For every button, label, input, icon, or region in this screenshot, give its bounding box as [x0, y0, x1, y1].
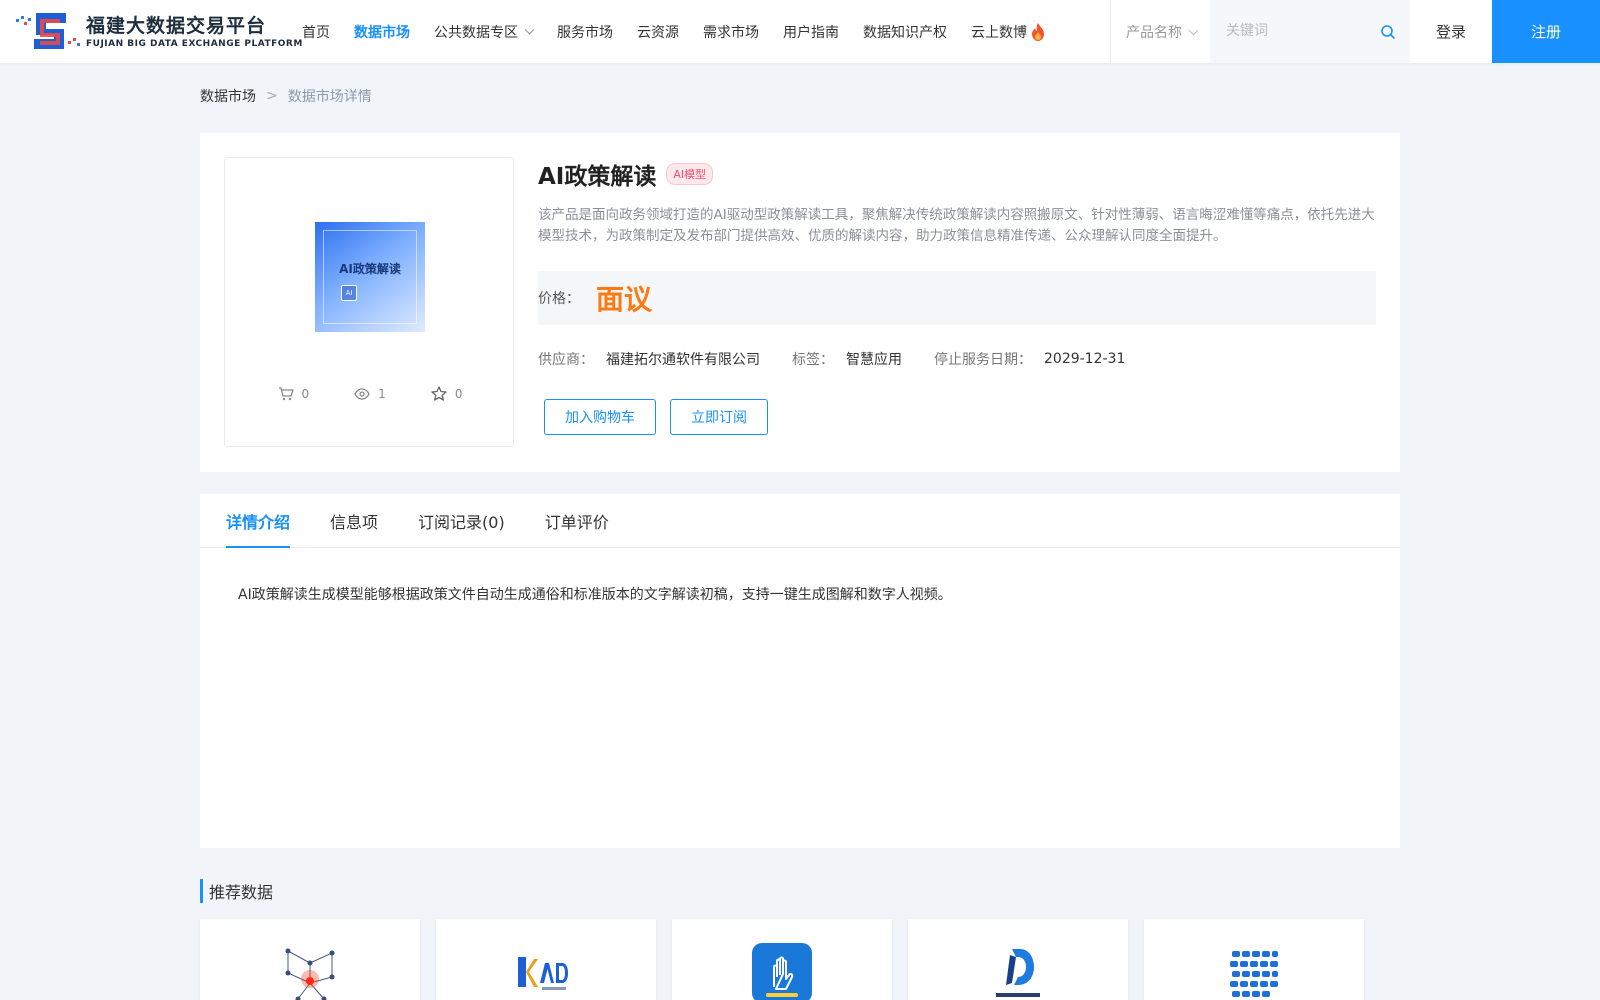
nav-label: 用户指南: [783, 24, 839, 41]
login-button[interactable]: 登录: [1410, 0, 1492, 63]
nav-service-market[interactable]: 服务市场: [557, 22, 613, 42]
data-d-logo-icon: [996, 949, 1040, 997]
star-icon: [431, 386, 447, 401]
favorite-count: 0: [454, 386, 463, 401]
tab-details[interactable]: 详情介绍: [226, 494, 291, 548]
chevron-down-icon: [524, 24, 535, 35]
nav-public-data[interactable]: 公共数据专区: [434, 22, 535, 42]
price-value: 面议: [596, 283, 653, 316]
eye-icon: [354, 387, 370, 400]
nav-demand-market[interactable]: 需求市场: [703, 22, 759, 42]
product-card: AI政策解读 AI 0 1 0 AI政策解读 AI模型 该产品是面向政务领域打造…: [200, 133, 1400, 472]
nav-data-ip[interactable]: 数据知识产权: [863, 22, 947, 42]
nav-label: 数据知识产权: [863, 24, 947, 41]
search-input[interactable]: [1226, 20, 1366, 42]
register-button[interactable]: 注册: [1492, 0, 1600, 63]
nav-cloud-resources[interactable]: 云资源: [637, 22, 679, 42]
product-meta: 供应商： 福建拓尔通软件有限公司 标签： 智慧应用 停止服务日期： 2029-1…: [538, 349, 1376, 369]
nav-cloud-expo[interactable]: 云上数博: [971, 22, 1047, 42]
tab-subscription-records[interactable]: 订阅记录(0): [418, 494, 505, 548]
favorite-count-stat[interactable]: 0: [431, 386, 463, 401]
nav-data-market[interactable]: 数据市场: [354, 22, 410, 42]
product-actions: 加入购物车 立即订阅: [538, 399, 1376, 435]
nav-label: 云资源: [637, 24, 679, 41]
price-bar: 价格： 面议: [538, 271, 1376, 325]
product-title: AI政策解读: [538, 164, 657, 190]
site-logo[interactable]: 福建大数据交易平台 FUJIAN BIG DATA EXCHANGE PLATF…: [16, 9, 303, 55]
cover-title: AI政策解读: [339, 262, 401, 276]
fujian-data-logo-icon: [16, 13, 80, 49]
product-cover-image: AI政策解读 AI: [315, 222, 425, 332]
end-date-value: 2029-12-31: [1044, 351, 1126, 367]
search-type-select[interactable]: 产品名称: [1126, 22, 1199, 42]
tag-value: 智慧应用: [846, 352, 902, 368]
nav-label: 公共数据专区: [434, 24, 518, 41]
top-header: 福建大数据交易平台 FUJIAN BIG DATA EXCHANGE PLATF…: [0, 0, 1600, 63]
header-divider: [1110, 0, 1111, 63]
chevron-down-icon: [1188, 25, 1199, 35]
price-label: 价格：: [538, 291, 580, 307]
product-type-badge: AI模型: [666, 163, 714, 185]
recommended-list: [200, 919, 1380, 1000]
search-box: [1210, 0, 1410, 63]
cart-count: 0: [301, 386, 310, 401]
product-info: AI政策解读 AI模型 该产品是面向政务领域打造的AI驱动型政策解读工具，聚焦解…: [538, 157, 1376, 435]
breadcrumb-data-market[interactable]: 数据市场: [200, 86, 256, 106]
end-date-label: 停止服务日期：: [934, 352, 1032, 368]
recommended-card[interactable]: [672, 919, 892, 1000]
ai-chip-icon: AI: [341, 285, 357, 301]
breadcrumb-separator: >: [266, 88, 278, 104]
view-count-stat: 1: [354, 386, 386, 401]
fire-icon: [1032, 22, 1044, 41]
logo-title: 福建大数据交易平台: [86, 15, 267, 37]
product-cover-box: AI政策解读 AI 0 1 0: [224, 157, 514, 447]
supplier-value: 福建拓尔通软件有限公司: [606, 352, 760, 368]
view-count: 1: [378, 386, 386, 401]
logo-subtitle: FUJIAN BIG DATA EXCHANGE PLATFORM: [86, 39, 303, 49]
recommended-card[interactable]: [436, 919, 656, 1000]
tag-label: 标签：: [792, 352, 834, 368]
cart-icon: [278, 386, 294, 400]
subscribe-button[interactable]: 立即订阅: [670, 399, 768, 435]
tab-info-items[interactable]: 信息项: [330, 494, 378, 548]
nav-label: 需求市场: [703, 24, 759, 41]
nav-label: 首页: [302, 24, 330, 41]
detail-tabs-panel: 详情介绍 信息项 订阅记录(0) 订单评价 AI政策解读生成模型能够根据政策文件…: [200, 494, 1400, 848]
tab-bar: 详情介绍 信息项 订阅记录(0) 订单评价: [200, 494, 1400, 548]
recommended-card[interactable]: [1144, 919, 1364, 1000]
product-stats: 0 1 0: [225, 386, 515, 401]
supplier-label: 供应商：: [538, 352, 594, 368]
tab-order-reviews[interactable]: 订单评价: [545, 494, 609, 548]
nav-label: 服务市场: [557, 24, 613, 41]
blue-dots-grid-icon: [1230, 951, 1278, 997]
recommended-card[interactable]: [908, 919, 1128, 1000]
nav-user-guide[interactable]: 用户指南: [783, 22, 839, 42]
search-icon[interactable]: [1380, 24, 1396, 40]
breadcrumb-current: 数据市场详情: [287, 89, 372, 105]
nav-home[interactable]: 首页: [302, 22, 330, 42]
adcid-logo-icon: [518, 957, 568, 990]
add-to-cart-button[interactable]: 加入购物车: [544, 399, 656, 435]
recommended-title: 推荐数据: [200, 879, 273, 903]
nav-label: 数据市场: [354, 24, 410, 41]
cart-count-stat: 0: [278, 386, 310, 401]
product-description: 该产品是面向政务领域打造的AI驱动型政策解读工具，聚焦解决传统政策解读内容照搬原…: [538, 207, 1375, 244]
search-type-label: 产品名称: [1126, 25, 1182, 41]
breadcrumb: 数据市场 > 数据市场详情: [200, 86, 372, 106]
recommended-card[interactable]: [200, 919, 420, 1000]
network-graph-icon: [285, 948, 335, 1000]
hand-gesture-app-icon: [752, 943, 812, 1000]
nav-label: 云上数博: [971, 24, 1027, 41]
details-content: AI政策解读生成模型能够根据政策文件自动生成通俗和标准版本的文字解读初稿，支持一…: [238, 587, 952, 603]
main-nav: 首页 数据市场 公共数据专区 服务市场 云资源 需求市场 用户指南 数据知识产权…: [302, 0, 1071, 63]
cover-frame: [323, 230, 417, 324]
